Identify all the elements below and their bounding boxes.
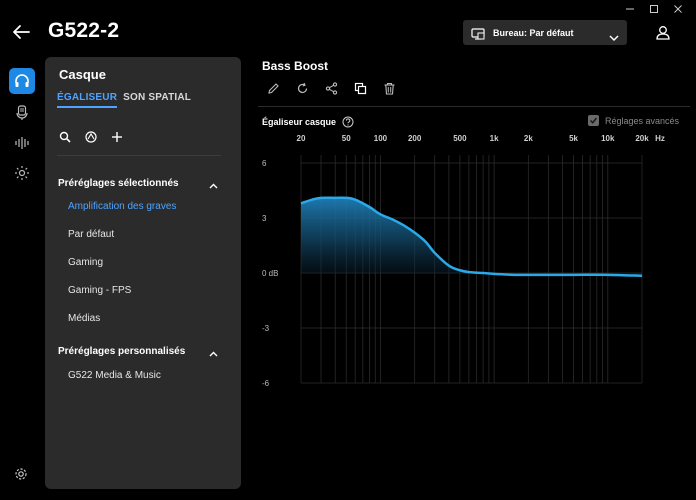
device-title: G522-2 xyxy=(48,19,120,42)
edit-pencil-icon[interactable] xyxy=(267,82,280,95)
x-tick-label: 20 xyxy=(297,134,306,143)
preset-item-media[interactable]: Médias xyxy=(68,313,100,324)
preset-item-gaming[interactable]: Gaming xyxy=(68,257,103,268)
panel-title: Casque xyxy=(59,67,106,82)
x-unit-label: Hz xyxy=(655,134,665,143)
share-icon[interactable] xyxy=(325,82,338,95)
equalizer-chart[interactable]: 20 50 100 200 500 1k 2k 5k 10k 20k Hz 6 3 0 dB -3 -6 xyxy=(255,125,690,395)
headset-icon[interactable] xyxy=(9,68,35,94)
reset-icon[interactable] xyxy=(296,82,309,95)
profile-label: Bureau: Par défaut xyxy=(493,27,574,38)
x-tick-label: 2k xyxy=(524,134,533,143)
lighting-icon[interactable] xyxy=(9,160,35,186)
minimize-icon[interactable] xyxy=(618,2,642,16)
community-presets-icon[interactable] xyxy=(85,130,97,143)
chevron-down-icon xyxy=(609,29,619,41)
selected-presets-title: Préréglages sélectionnés xyxy=(58,178,179,189)
selected-presets-header[interactable]: Préréglages sélectionnés xyxy=(58,178,218,189)
profile-dropdown[interactable]: Bureau: Par défaut xyxy=(463,20,627,45)
audio-settings-panel: Casque ÉGALISEUR SON SPATIAL Préréglages… xyxy=(45,57,241,489)
custom-presets-header[interactable]: Préréglages personnalisés xyxy=(58,346,218,357)
y-tick-label: -6 xyxy=(262,379,270,388)
tab-spatial-sound[interactable]: SON SPATIAL xyxy=(123,92,191,108)
chevron-up-icon xyxy=(209,181,218,188)
delete-trash-icon[interactable] xyxy=(383,82,396,95)
back-arrow-icon[interactable] xyxy=(12,24,30,40)
desktop-profile-icon xyxy=(471,27,485,40)
y-tick-label: 0 dB xyxy=(262,269,278,278)
microphone-icon[interactable] xyxy=(9,100,35,126)
preset-item-g522-media-music[interactable]: G522 Media & Music xyxy=(68,370,161,381)
preset-name-title: Bass Boost xyxy=(262,59,329,73)
preset-item-gaming-fps[interactable]: Gaming - FPS xyxy=(68,285,131,296)
preset-item-bass-boost[interactable]: Amplification des graves xyxy=(68,201,176,212)
y-tick-label: -3 xyxy=(262,324,270,333)
audio-waves-icon[interactable] xyxy=(9,130,35,156)
y-tick-label: 3 xyxy=(262,214,267,223)
add-preset-icon[interactable] xyxy=(111,130,123,142)
advanced-settings-label: Réglages avancés xyxy=(605,115,680,126)
preset-item-default[interactable]: Par défaut xyxy=(68,229,114,240)
search-icon[interactable] xyxy=(59,130,71,143)
eq-curve-area xyxy=(301,197,642,276)
user-account-icon[interactable] xyxy=(656,25,670,40)
x-tick-label: 500 xyxy=(453,134,467,143)
x-tick-label: 5k xyxy=(569,134,578,143)
x-tick-label: 50 xyxy=(342,134,351,143)
x-tick-label: 20k xyxy=(635,134,649,143)
x-tick-label: 10k xyxy=(601,134,615,143)
close-icon[interactable] xyxy=(666,2,690,16)
divider xyxy=(258,106,690,107)
custom-presets-title: Préréglages personnalisés xyxy=(58,346,186,357)
y-tick-label: 6 xyxy=(262,159,267,168)
divider xyxy=(57,155,221,156)
chevron-up-icon xyxy=(209,349,218,356)
panel-tabs: ÉGALISEUR SON SPATIAL xyxy=(57,92,191,108)
x-tick-label: 1k xyxy=(490,134,499,143)
device-feature-rail xyxy=(0,56,44,500)
maximize-icon[interactable] xyxy=(642,2,666,16)
tab-equalizer[interactable]: ÉGALISEUR xyxy=(57,92,118,108)
settings-gear-icon[interactable] xyxy=(14,467,28,481)
x-tick-label: 100 xyxy=(374,134,388,143)
preset-actions xyxy=(267,82,396,95)
x-tick-label: 200 xyxy=(408,134,422,143)
preset-tools xyxy=(59,130,123,143)
duplicate-icon[interactable] xyxy=(354,82,367,95)
window-controls xyxy=(618,2,690,16)
